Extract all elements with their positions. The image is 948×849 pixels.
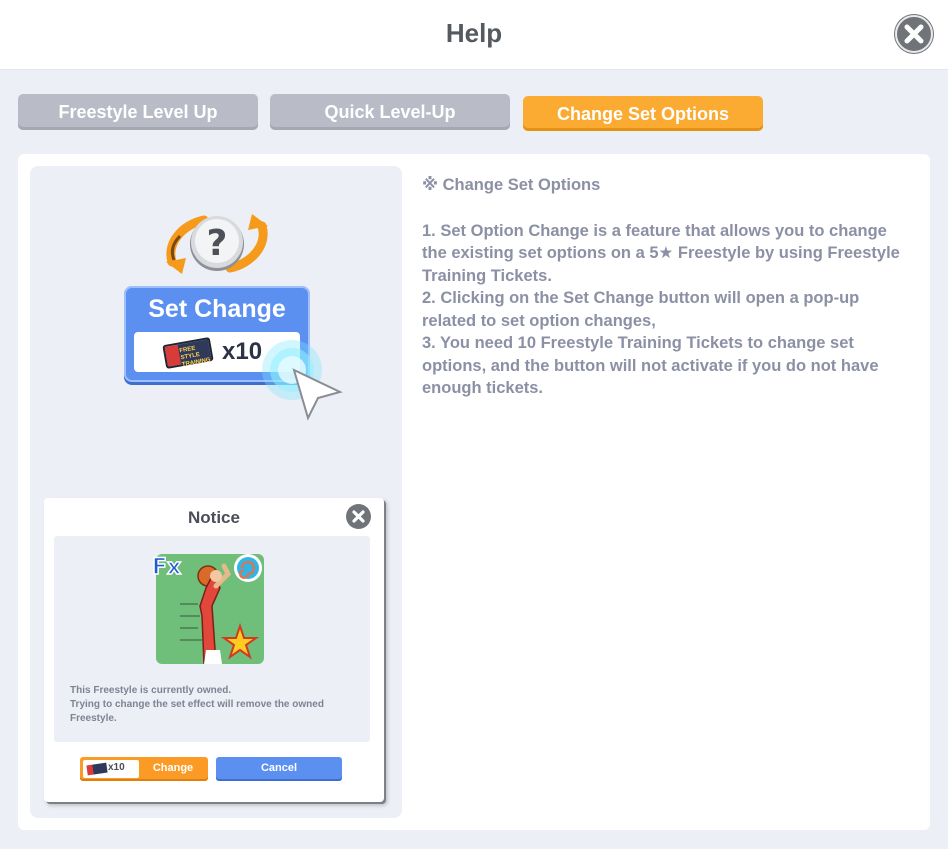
notice-popup: Notice Fx This Freestyle is currently ow… <box>44 498 384 802</box>
freestyle-card: Fx <box>151 554 264 664</box>
notice-message-line: This Freestyle is currently owned. <box>70 685 232 696</box>
svg-text:Fx: Fx <box>152 555 181 580</box>
page-title: Help <box>445 18 503 48</box>
close-icon <box>352 510 365 523</box>
ticket-quantity: x10 <box>222 338 263 365</box>
notice-close-button[interactable] <box>346 504 371 529</box>
notice-cancel-button[interactable]: Cancel <box>216 757 342 781</box>
set-change-label: Set Change <box>148 295 286 323</box>
freestyle-player-icon: Fx <box>151 554 262 664</box>
notice-change-button[interactable]: x10 Change <box>80 757 208 781</box>
help-line: 3. You need 10 Freestyle Training Ticket… <box>422 334 879 397</box>
help-text: ※ Change Set Options 1. Set Option Chang… <box>422 174 912 400</box>
change-ticket-box: x10 <box>83 760 139 778</box>
ticket-icon: FREE STYLE TRAINING <box>162 337 214 369</box>
tab-quick-level-up[interactable]: Quick Level-Up <box>270 94 510 130</box>
notice-message: This Freestyle is currently owned. Tryin… <box>70 684 360 726</box>
ticket-icon <box>86 762 108 776</box>
close-button[interactable] <box>894 14 934 54</box>
header: Help <box>0 0 948 70</box>
change-ticket-quantity: x10 <box>108 762 125 773</box>
notice-title: Notice <box>188 508 240 527</box>
cursor-graphic <box>258 336 348 431</box>
change-label: Change <box>152 762 194 774</box>
notice-body: Fx This Freestyle is currently owned. Tr… <box>54 536 370 742</box>
ticket-text: FREE STYLE TRAINING <box>179 345 212 369</box>
tab-change-set-options[interactable]: Change Set Options <box>523 96 763 131</box>
svg-text:?: ? <box>207 223 228 264</box>
notice-message-line: Trying to change the set effect will rem… <box>70 699 324 724</box>
question-arrows-graphic: ? <box>162 204 272 289</box>
help-line: 1. Set Option Change is a feature that a… <box>422 221 900 285</box>
illustration-panel: ? Set Change FREE STYLE TRAINING x10 Not… <box>30 166 402 818</box>
help-heading: ※ Change Set Options <box>422 176 601 194</box>
close-icon <box>895 15 933 53</box>
help-line: 2. Clicking on the Set Change button wil… <box>422 289 860 330</box>
question-icon: ? <box>166 214 268 274</box>
cursor-icon <box>262 340 343 421</box>
help-content-panel: ? Set Change FREE STYLE TRAINING x10 Not… <box>18 154 930 830</box>
tab-freestyle-level-up[interactable]: Freestyle Level Up <box>18 94 258 130</box>
